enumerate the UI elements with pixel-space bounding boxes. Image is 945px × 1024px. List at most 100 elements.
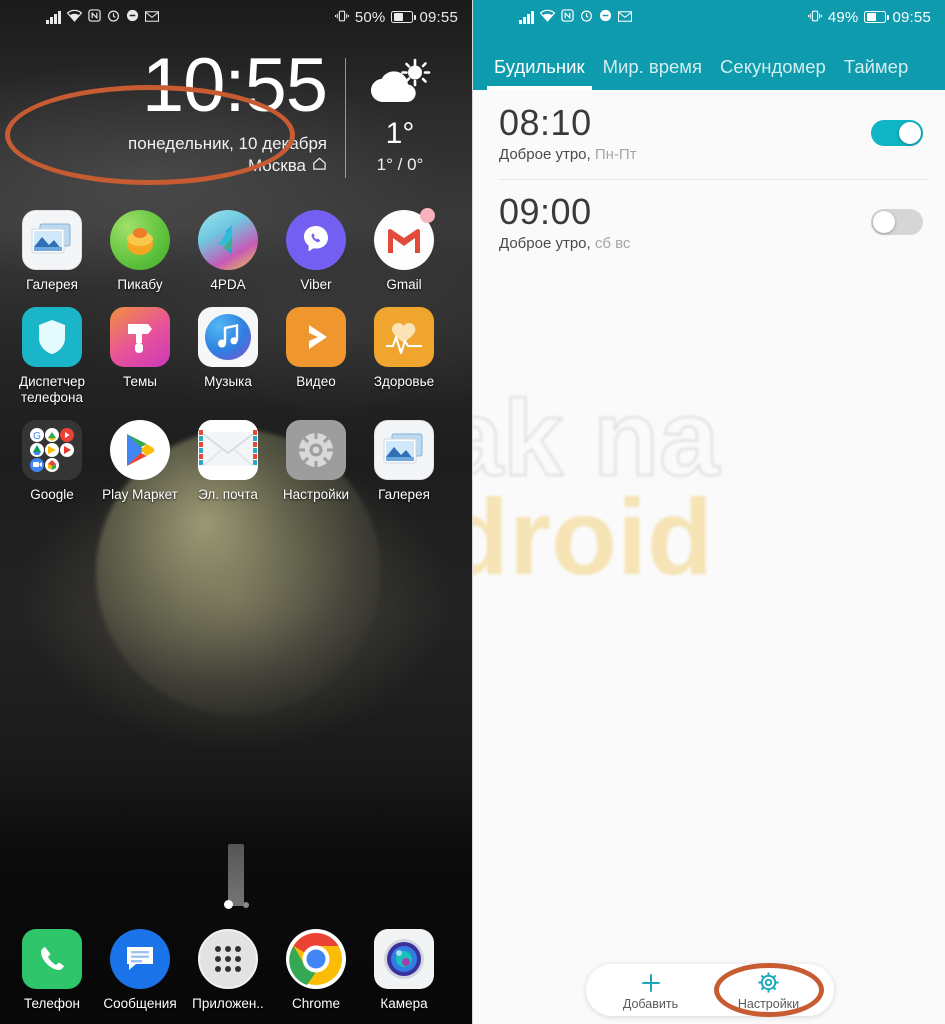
- google-folder-icon: G: [22, 419, 82, 480]
- do-not-disturb-icon: [599, 9, 612, 25]
- add-alarm-label: Добавить: [622, 996, 679, 1011]
- gmail-icon: [374, 208, 435, 270]
- add-alarm-button[interactable]: Добавить: [592, 970, 710, 1011]
- tab-timer[interactable]: Таймер: [835, 56, 917, 90]
- alarm-name: Доброе утро,: [499, 234, 591, 252]
- app-4pda[interactable]: 4PDA: [184, 210, 272, 293]
- home-icon: [312, 156, 327, 176]
- alarm-item[interactable]: 09:00 Доброе утро, сб вс: [473, 178, 945, 268]
- app-label: Здоровье: [373, 373, 435, 389]
- app-google-folder[interactable]: G Google: [8, 419, 96, 503]
- clock-widget[interactable]: 10:55 понедельник, 10 декабря Москва: [0, 43, 345, 184]
- alarm-info: 08:10 Доброе утро, Пн-Пт: [499, 104, 871, 163]
- viber-icon: [286, 210, 346, 270]
- battery-percent-label: 50%: [354, 8, 386, 26]
- gear-icon: [710, 972, 828, 994]
- status-bar-left-icons: [46, 9, 159, 25]
- app-label: Камера: [380, 996, 428, 1012]
- status-bar-clock: 09:55: [419, 8, 458, 26]
- app-settings[interactable]: Настройки: [272, 419, 360, 503]
- status-bar: 50% 09:55: [0, 0, 472, 34]
- dock-chrome[interactable]: Chrome: [272, 929, 360, 1012]
- app-gallery[interactable]: Галерея: [8, 210, 96, 293]
- app-gallery-2[interactable]: Галерея: [360, 419, 448, 503]
- alarm-toggle[interactable]: [871, 120, 923, 147]
- alarm-list: 08:10 Доброе утро, Пн-Пт 09:00 Доброе ут…: [473, 90, 945, 268]
- play-store-icon: [110, 419, 170, 480]
- home-screen: 50% 09:55 10:55 понедельник, 10 декабря …: [0, 0, 472, 1024]
- settings-button[interactable]: Настройки: [710, 970, 828, 1011]
- weather-range: 1° / 0°: [376, 155, 424, 174]
- tab-alarm[interactable]: Будильник: [485, 56, 594, 90]
- settings-label: Настройки: [737, 996, 800, 1011]
- battery-percent-label: 49%: [827, 8, 859, 26]
- gmail-notification-icon: [144, 10, 159, 25]
- app-email[interactable]: Эл. почта: [184, 419, 272, 503]
- tab-world-clock[interactable]: Мир. время: [594, 56, 711, 90]
- do-not-disturb-icon: [126, 9, 139, 25]
- battery-icon: [864, 11, 890, 23]
- page-dot-active[interactable]: [223, 900, 233, 910]
- widget-city-label: Москва: [247, 156, 306, 176]
- tab-bar: Будильник Мир. время Секундомер Таймер: [473, 34, 945, 90]
- app-phone-manager[interactable]: Диспетчер телефона: [8, 306, 96, 406]
- alarm-days: сб вс: [594, 234, 631, 252]
- app-label: Темы: [123, 373, 157, 389]
- alarm-item[interactable]: 08:10 Доброе утро, Пн-Пт: [473, 90, 945, 179]
- dock-camera[interactable]: Камера: [360, 929, 448, 1012]
- app-label: Галерея: [378, 486, 430, 502]
- watermark-line-1: ak na: [473, 377, 720, 498]
- status-bar: 49% 09:55: [473, 0, 945, 34]
- app-pikabu[interactable]: Пикабу: [96, 210, 184, 293]
- clock-weather-widget[interactable]: 10:55 понедельник, 10 декабря Москва 1° …: [0, 34, 472, 184]
- app-themes[interactable]: Темы: [96, 306, 184, 406]
- app-label: Телефон: [23, 996, 80, 1012]
- tab-stopwatch[interactable]: Секундомер: [711, 56, 835, 90]
- camera-icon: [374, 929, 434, 990]
- weather-widget[interactable]: 1° 1° / 0°: [346, 50, 454, 184]
- wallpaper-road-marking: [228, 844, 244, 906]
- gallery-icon: [374, 419, 434, 480]
- app-label: Gmail: [386, 277, 422, 292]
- status-bar-right-icons: 49% 09:55: [807, 8, 931, 26]
- weather-temp: 1°: [385, 117, 415, 150]
- dock-messages[interactable]: Сообщения: [96, 929, 184, 1012]
- app-label: Диспетчер телефона: [18, 373, 86, 405]
- app-label: Эл. почта: [198, 486, 258, 502]
- wifi-icon: [539, 9, 555, 25]
- app-header: 49% 09:55 Будильник Мир. время Секундоме…: [473, 0, 945, 90]
- settings-gear-icon: [286, 419, 346, 480]
- pikabu-icon: [110, 210, 170, 270]
- widget-time: 10:55: [141, 43, 328, 128]
- vibrate-icon: [334, 9, 349, 26]
- dual-screenshot: 50% 09:55 10:55 понедельник, 10 декабря …: [0, 0, 945, 1024]
- alarm-subtitle: Доброе утро, Пн-Пт: [499, 146, 871, 163]
- app-viber[interactable]: Viber: [272, 210, 360, 293]
- signal-icon: [519, 10, 534, 24]
- app-label: Chrome: [291, 996, 340, 1012]
- chrome-icon: [286, 929, 346, 990]
- app-gmail[interactable]: Gmail: [360, 208, 448, 293]
- dock: Телефон Сообщения Приложен.. Chrome Каме…: [0, 900, 472, 1012]
- alarm-toggle[interactable]: [871, 209, 923, 236]
- dock-app-drawer[interactable]: Приложен..: [184, 929, 272, 1012]
- wifi-icon: [66, 9, 82, 25]
- app-music[interactable]: Музыка: [184, 306, 272, 406]
- alarm-name: Доброе утро,: [499, 145, 591, 163]
- gallery-icon: [22, 210, 82, 270]
- app-health[interactable]: Здоровье: [360, 306, 448, 406]
- alarm-icon: [580, 9, 593, 25]
- app-video[interactable]: Видео: [272, 306, 360, 406]
- notification-badge: [420, 208, 435, 223]
- watermark: ak na droid: [473, 377, 945, 591]
- dock-phone[interactable]: Телефон: [8, 929, 96, 1012]
- page-dot[interactable]: [242, 901, 249, 908]
- alarm-icon: [107, 9, 120, 25]
- app-row: Галерея Пикабу 4PDA Viber Gmail: [0, 208, 472, 293]
- status-bar-clock: 09:55: [892, 8, 931, 26]
- app-play-store[interactable]: Play Маркет: [96, 419, 184, 503]
- nfc-icon: [87, 9, 101, 25]
- app-label: Пикабу: [117, 277, 163, 292]
- alarm-info: 09:00 Доброе утро, сб вс: [499, 192, 871, 252]
- vibrate-icon: [807, 9, 822, 26]
